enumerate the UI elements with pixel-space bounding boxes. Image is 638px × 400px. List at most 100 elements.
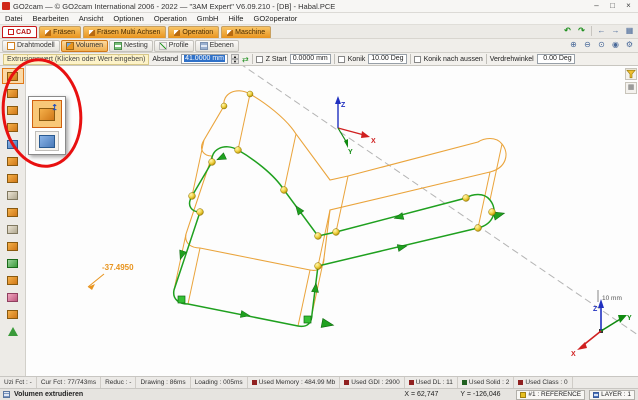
prev-view-icon[interactable]: ←	[595, 25, 608, 37]
subtab-volumen[interactable]: Volumen	[61, 40, 108, 52]
menu-item-operation[interactable]: Operation	[154, 14, 187, 23]
sidebar-tool-extrude[interactable]	[2, 68, 24, 84]
dl-dot-icon	[409, 380, 414, 385]
subtab-profile[interactable]: Profile	[154, 40, 194, 52]
stepper-down-icon[interactable]: ▼	[231, 59, 239, 64]
separator	[252, 54, 253, 64]
zstart-checkbox[interactable]	[256, 56, 263, 63]
status-drawing: Drawing : 86ms	[136, 377, 190, 388]
ribbon-tab-maschine[interactable]: Maschine	[221, 26, 271, 38]
ribbon-tab-operation[interactable]: Operation	[168, 26, 219, 38]
flip-direction-icon[interactable]: ⇄	[242, 55, 249, 64]
undo-icon[interactable]: ↶	[561, 25, 574, 37]
cursor-y-readout: Y = -126,046	[460, 391, 512, 398]
menu-item-bearbeiten[interactable]: Bearbeiten	[33, 14, 69, 23]
verdrehwinkel-label: Verdrehwinkel	[490, 56, 534, 63]
sidebar-tool-split[interactable]	[2, 289, 24, 305]
sidebar-tool-cone[interactable]	[2, 323, 24, 339]
sidebar-tool-boolean[interactable]	[2, 272, 24, 288]
window-title: GO2cam — © GO2cam International 2006 - 2…	[13, 2, 586, 11]
separator	[334, 54, 335, 64]
sidebar-tool-loft[interactable]	[2, 119, 24, 135]
dimension-value: -37.4950	[102, 263, 134, 272]
status-uzi-fct: Uzi Fct : -	[0, 377, 37, 388]
loft-icon	[7, 123, 18, 132]
sidebar-tool-revolve[interactable]	[2, 85, 24, 101]
sidebar-tool-pipe[interactable]	[2, 136, 24, 152]
sidebar-tool-fillet[interactable]	[2, 221, 24, 237]
origin-z-label: Z	[341, 102, 346, 109]
menu-bar: Datei Bearbeiten Ansicht Optionen Operat…	[0, 13, 638, 25]
ribbon-tab-bar: CAD Fräsen Fräsen Multi Achsen Operation…	[0, 25, 638, 39]
sidebar-tool-sweep[interactable]	[2, 102, 24, 118]
reference-selector[interactable]: #1 : REFERENCE	[516, 390, 585, 400]
status-cur-fct: Cur Fct : 77/743ms	[37, 377, 101, 388]
sidebar-tool-hole[interactable]	[2, 153, 24, 169]
boolean-icon	[7, 276, 18, 285]
zoom-fit-icon[interactable]: ⊙	[595, 39, 608, 51]
solid-icon	[66, 42, 74, 50]
snap-grid-icon[interactable]	[3, 391, 10, 398]
konik-checkbox[interactable]	[338, 56, 345, 63]
view-toolbar: ⊕ ⊖ ⊙ ◉ ⚙	[567, 39, 636, 52]
visibility-icon[interactable]: ◉	[609, 39, 622, 51]
menu-item-go2operator[interactable]: GO2operator	[253, 14, 297, 23]
status-used-solid: Used Solid : 2	[458, 377, 514, 388]
menu-item-gmbh[interactable]: GmbH	[197, 14, 219, 23]
reference-label: #1 : REFERENCE	[528, 391, 581, 398]
zoom-out-icon[interactable]: ⊖	[581, 39, 594, 51]
menu-item-ansicht[interactable]: Ansicht	[79, 14, 104, 23]
pipe-icon	[7, 140, 18, 149]
flyout-extrude-solid-button[interactable]: ↥	[32, 100, 62, 128]
zoom-in-icon[interactable]: ⊕	[567, 39, 580, 51]
status-text: Used Class : 0	[525, 379, 567, 386]
sidebar-tool-pocket[interactable]	[2, 170, 24, 186]
status-text: Used GDI : 2900	[351, 379, 399, 386]
nesting-icon	[114, 42, 122, 50]
profile-icon	[159, 42, 167, 50]
filter-icon[interactable]	[625, 68, 637, 80]
display-mode-icon[interactable]: ▦	[625, 82, 637, 94]
sidebar-tool-mirror[interactable]	[2, 306, 24, 322]
sweep-icon	[7, 106, 18, 115]
konik-aussen-checkbox[interactable]	[414, 56, 421, 63]
maximize-button[interactable]: □	[605, 1, 620, 12]
ribbon-tab-fraesen[interactable]: Fräsen	[39, 26, 81, 38]
settings-gear-icon[interactable]: ⚙	[623, 39, 636, 51]
redo-icon[interactable]: ↷	[575, 25, 588, 37]
ribbon-tab-fraesen-multi[interactable]: Fräsen Multi Achsen	[83, 26, 166, 38]
title-bar: GO2cam — © GO2cam International 2006 - 2…	[0, 0, 638, 13]
abstand-input[interactable]: 41.0000 mm	[181, 54, 228, 64]
konik-input[interactable]: 10.00 Deg	[368, 54, 406, 64]
views-icon[interactable]: ▦	[623, 25, 636, 37]
subtab-drahtmodell[interactable]: Drahtmodell	[2, 40, 60, 52]
ribbon-tab-cad[interactable]: CAD	[2, 26, 37, 38]
layer-selector[interactable]: LAYER : 1	[589, 390, 635, 400]
cad-mode-bar: Drahtmodell Volumen Nesting Profile Eben…	[0, 39, 638, 53]
viewport-3d[interactable]: Z X Y -37.4950 10 mm	[26, 66, 638, 376]
status-text: Used DL : 11	[416, 379, 453, 386]
milling-icon	[45, 30, 51, 36]
flyout-extrude-cut-button[interactable]	[35, 131, 59, 151]
subtab-ebenen[interactable]: Ebenen	[195, 40, 239, 52]
app-window: GO2cam — © GO2cam International 2006 - 2…	[0, 0, 638, 400]
cursor-x-readout: X = 62,747	[404, 391, 456, 398]
cad-tab-icon	[8, 29, 14, 35]
layer-label: LAYER : 1	[601, 391, 631, 398]
sidebar-tool-chamfer[interactable]	[2, 238, 24, 254]
sidebar-tool-rib[interactable]	[2, 187, 24, 203]
separator	[486, 54, 487, 64]
zstart-input[interactable]: 0.0000 mm	[290, 54, 331, 64]
menu-item-hilfe[interactable]: Hilfe	[228, 14, 243, 23]
menu-item-optionen[interactable]: Optionen	[113, 14, 143, 23]
subtab-nesting[interactable]: Nesting	[109, 40, 153, 52]
origin-x-label: X	[371, 138, 376, 145]
menu-item-datei[interactable]: Datei	[5, 14, 23, 23]
verdrehwinkel-input[interactable]: 0.00 Deg	[537, 54, 575, 64]
fillet-icon	[7, 225, 18, 234]
minimize-button[interactable]: –	[589, 1, 604, 12]
close-button[interactable]: ×	[621, 1, 636, 12]
sidebar-tool-shell[interactable]	[2, 204, 24, 220]
next-view-icon[interactable]: →	[609, 25, 622, 37]
sidebar-tool-draft[interactable]	[2, 255, 24, 271]
